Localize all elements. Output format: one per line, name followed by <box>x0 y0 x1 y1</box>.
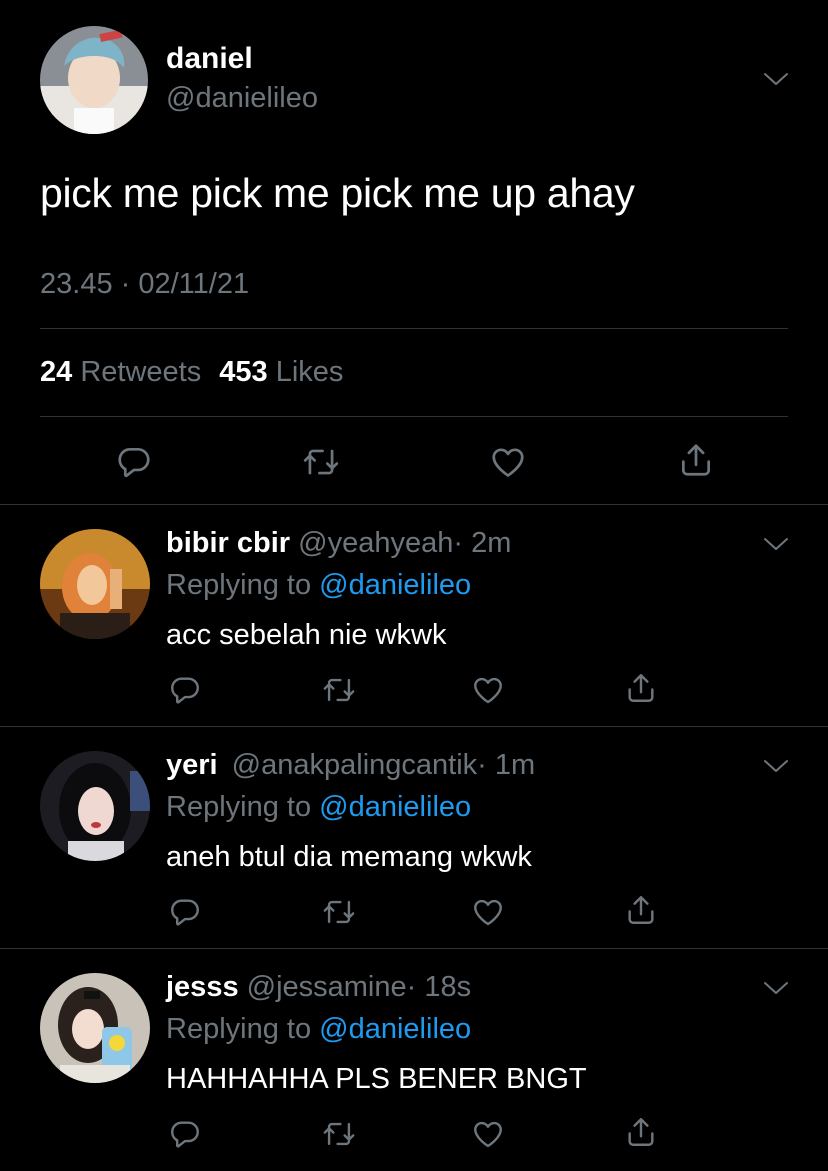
retweet-icon[interactable] <box>302 443 340 481</box>
main-tweet[interactable]: daniel @danielileo pick me pick me pick … <box>0 0 828 505</box>
reply-icon[interactable] <box>168 895 202 929</box>
reply-icon[interactable] <box>115 443 153 481</box>
like-count[interactable]: 453 <box>219 356 267 388</box>
share-icon[interactable] <box>624 893 658 927</box>
chevron-down-icon[interactable] <box>762 757 790 775</box>
reply-time[interactable]: · 18s <box>407 971 471 1003</box>
heart-icon[interactable] <box>471 1117 505 1151</box>
author-handle[interactable]: @danielileo <box>166 82 318 115</box>
reply-icon[interactable] <box>168 1117 202 1151</box>
replying-prefix: Replying to <box>166 569 312 601</box>
retweet-count[interactable]: 24 <box>40 356 72 388</box>
author-handle[interactable]: @yeahyeah <box>298 527 453 559</box>
avatar-photo <box>40 529 150 639</box>
tweet-stats: 24 Retweets 453 Likes <box>40 356 353 389</box>
replying-prefix: Replying to <box>166 1013 312 1045</box>
reply-text: acc sebelah nie wkwk <box>166 619 447 651</box>
avatar[interactable] <box>40 26 148 134</box>
avatar[interactable] <box>40 751 150 861</box>
share-icon[interactable] <box>677 441 715 479</box>
replying-to: Replying to @danielileo <box>166 1013 471 1046</box>
chevron-down-icon[interactable] <box>762 70 790 88</box>
tweet-text: pick me pick me pick me up ahay <box>40 170 635 216</box>
reply-header: bibir cbir @yeahyeah· 2m <box>166 527 511 560</box>
author-name[interactable]: jesss <box>166 971 239 1003</box>
heart-icon[interactable] <box>471 895 505 929</box>
author-name[interactable]: daniel <box>166 42 253 76</box>
author-name[interactable]: bibir cbir <box>166 527 290 559</box>
heart-icon[interactable] <box>489 443 527 481</box>
replying-prefix: Replying to <box>166 791 312 823</box>
like-label[interactable]: Likes <box>276 356 344 388</box>
replying-to: Replying to @danielileo <box>166 791 471 824</box>
reply-tweet[interactable]: bibir cbir @yeahyeah· 2m Replying to @da… <box>0 505 828 727</box>
heart-icon[interactable] <box>471 673 505 707</box>
reply-header: yeri @anakpalingcantik· 1m <box>166 749 535 782</box>
reply-tweet[interactable]: yeri @anakpalingcantik· 1m Replying to @… <box>0 727 828 949</box>
reply-text: aneh btul dia memang wkwk <box>166 841 532 873</box>
chevron-down-icon[interactable] <box>762 979 790 997</box>
reply-time[interactable]: · 2m <box>453 527 511 559</box>
share-icon[interactable] <box>624 1115 658 1149</box>
avatar[interactable] <box>40 973 150 1083</box>
reply-text: HAHHAHHA PLS BENER BNGT <box>166 1063 587 1095</box>
reply-header: jesss @jessamine· 18s <box>166 971 471 1004</box>
reply-tweet[interactable]: jesss @jessamine· 18s Replying to @danie… <box>0 949 828 1171</box>
avatar[interactable] <box>40 529 150 639</box>
retweet-icon[interactable] <box>322 1117 356 1151</box>
author-name[interactable]: yeri <box>166 749 218 781</box>
chevron-down-icon[interactable] <box>762 535 790 553</box>
retweet-icon[interactable] <box>322 895 356 929</box>
reply-icon[interactable] <box>168 673 202 707</box>
divider <box>40 328 788 329</box>
avatar-photo <box>40 751 150 861</box>
mention-link[interactable]: @danielileo <box>319 569 471 601</box>
mention-link[interactable]: @danielileo <box>319 791 471 823</box>
mention-link[interactable]: @danielileo <box>319 1013 471 1045</box>
avatar-photo <box>40 26 148 134</box>
tweet-timestamp[interactable]: 23.45 · 02/11/21 <box>40 268 249 301</box>
retweet-icon[interactable] <box>322 673 356 707</box>
share-icon[interactable] <box>624 671 658 705</box>
avatar-photo <box>40 973 150 1083</box>
author-handle[interactable]: @jessamine <box>247 971 407 1003</box>
author-handle[interactable]: @anakpalingcantik <box>232 749 477 781</box>
retweet-label[interactable]: Retweets <box>80 356 201 388</box>
divider <box>40 416 788 417</box>
replying-to: Replying to @danielileo <box>166 569 471 602</box>
reply-time[interactable]: · 1m <box>477 749 535 781</box>
